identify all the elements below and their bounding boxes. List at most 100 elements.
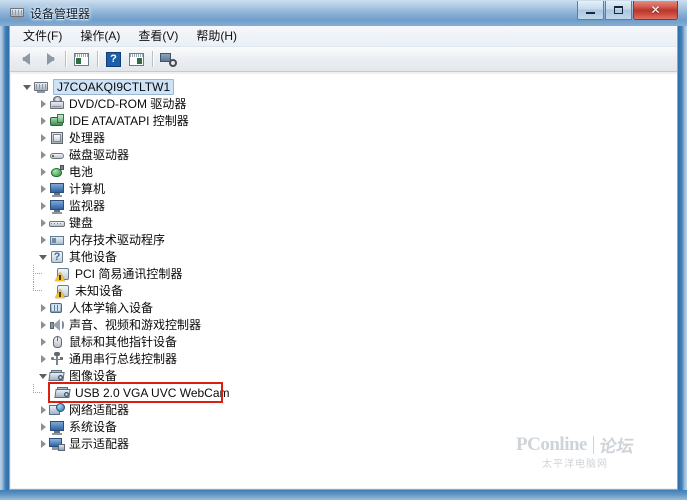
menu-file[interactable]: 文件(F)	[14, 26, 71, 47]
tree-node-label: J7COAKQI9CTLTW1	[53, 78, 175, 95]
forward-arrow-icon	[46, 53, 55, 65]
window-frame: 设备管理器 ✕ 文件(F) 操作(A) 查看(V) 帮助(H) ? J7COAK…	[0, 0, 687, 500]
tree-node-processor[interactable]: 处理器	[11, 129, 677, 146]
device-tree-pane[interactable]: J7COAKQI9CTLTW1 DVD/CD-ROM 驱动器 IDE ATA/A…	[11, 74, 677, 488]
expand-triangle-icon[interactable]	[37, 435, 49, 452]
warning-device-icon	[55, 266, 71, 282]
tree-node-label: 磁盘驱动器	[69, 148, 130, 162]
expand-triangle-icon[interactable]	[37, 112, 49, 129]
tree-node-monitors[interactable]: 监视器	[11, 197, 677, 214]
tree-node-label: 显示适配器	[69, 437, 130, 451]
tree-node-label: IDE ATA/ATAPI 控制器	[69, 114, 189, 128]
expand-triangle-icon[interactable]	[37, 95, 49, 112]
expand-triangle-icon[interactable]	[37, 316, 49, 333]
tree-node-mice-and-pointing-devices[interactable]: 鼠标和其他指针设备	[11, 333, 677, 350]
network-adapter-icon	[49, 402, 65, 418]
forward-button[interactable]	[38, 49, 61, 70]
battery-icon	[49, 164, 65, 180]
tree-node-memory-technology-driver[interactable]: 内存技术驱动程序	[11, 231, 677, 248]
minimize-icon	[586, 11, 595, 14]
minimize-button[interactable]	[577, 1, 604, 20]
tree-node-network-adapters[interactable]: 网络适配器	[11, 401, 677, 418]
other-devices-icon: ?	[49, 249, 65, 265]
collapse-triangle-icon[interactable]	[21, 78, 33, 95]
processor-icon	[49, 130, 65, 146]
expand-triangle-icon[interactable]	[37, 418, 49, 435]
menu-bar: 文件(F) 操作(A) 查看(V) 帮助(H)	[10, 26, 677, 47]
expand-triangle-icon[interactable]	[37, 180, 49, 197]
tree-node-root[interactable]: J7COAKQI9CTLTW1	[11, 78, 677, 95]
tree-node-label: 图像设备	[69, 369, 118, 383]
computer-icon	[33, 79, 49, 95]
menu-view[interactable]: 查看(V)	[129, 26, 187, 47]
expand-triangle-icon[interactable]	[37, 146, 49, 163]
tree-node-label: 声音、视频和游戏控制器	[69, 318, 202, 332]
collapse-triangle-icon[interactable]	[37, 248, 49, 265]
close-icon: ✕	[650, 3, 661, 17]
tree-node-usb-controllers[interactable]: 通用串行总线控制器	[11, 350, 677, 367]
disk-drive-icon	[49, 147, 65, 163]
scan-for-hardware-changes-button[interactable]	[157, 49, 180, 70]
menu-action[interactable]: 操作(A)	[71, 26, 129, 47]
tree-node-keyboards[interactable]: 键盘	[11, 214, 677, 231]
show-hide-console-tree-button[interactable]	[70, 49, 93, 70]
window-border-right	[678, 26, 687, 500]
usb-controller-icon	[49, 351, 65, 367]
properties-icon	[129, 52, 144, 66]
expand-triangle-icon[interactable]	[37, 350, 49, 367]
tree-node-other-devices[interactable]: ? 其他设备	[11, 248, 677, 265]
collapse-triangle-icon[interactable]	[37, 367, 49, 384]
device-manager-icon	[9, 5, 25, 21]
tree-node-usb-webcam[interactable]: USB 2.0 VGA UVC WebCam	[11, 384, 677, 401]
help-button[interactable]: ?	[102, 49, 125, 70]
expand-triangle-icon[interactable]	[37, 129, 49, 146]
keyboard-icon	[49, 215, 65, 231]
tree-node-label: USB 2.0 VGA UVC WebCam	[75, 385, 230, 400]
menu-help[interactable]: 帮助(H)	[187, 26, 246, 47]
window-controls: ✕	[577, 1, 678, 20]
tree-node-dvd-cdrom[interactable]: DVD/CD-ROM 驱动器	[11, 95, 677, 112]
dvd-drive-icon	[49, 95, 65, 112]
tree-node-label: 未知设备	[75, 284, 124, 298]
title-bar[interactable]: 设备管理器 ✕	[0, 0, 687, 26]
mouse-icon	[49, 334, 65, 350]
scan-hardware-icon	[160, 52, 177, 67]
tree-node-label: PCI 简易通讯控制器	[75, 267, 183, 281]
maximize-button[interactable]	[605, 1, 632, 20]
tree-node-label: 计算机	[69, 182, 106, 196]
back-button[interactable]	[15, 49, 38, 70]
display-adapter-icon	[49, 436, 65, 452]
tree-node-label: 人体学输入设备	[69, 301, 154, 315]
expand-triangle-icon[interactable]	[37, 197, 49, 214]
properties-button[interactable]	[125, 49, 148, 70]
expand-triangle-icon[interactable]	[37, 163, 49, 180]
tree-node-ide-controller[interactable]: IDE ATA/ATAPI 控制器	[11, 112, 677, 129]
tree-node-computer[interactable]: 计算机	[11, 180, 677, 197]
tree-node-batteries[interactable]: 电池	[11, 163, 677, 180]
toolbar-separator	[65, 51, 66, 67]
expand-triangle-icon[interactable]	[37, 333, 49, 350]
tree-node-label: 处理器	[69, 131, 106, 145]
tree-node-display-adapters[interactable]: 显示适配器	[11, 435, 677, 452]
tree-node-sound-video-game-controllers[interactable]: 声音、视频和游戏控制器	[11, 316, 677, 333]
tree-node-label: 网络适配器	[69, 403, 130, 417]
expand-triangle-icon[interactable]	[37, 299, 49, 316]
expand-triangle-icon[interactable]	[37, 231, 49, 248]
toolbar-separator	[152, 51, 153, 67]
tree-node-disk-drives[interactable]: 磁盘驱动器	[11, 146, 677, 163]
expand-triangle-icon[interactable]	[37, 214, 49, 231]
tree-node-imaging-devices[interactable]: 图像设备	[11, 367, 677, 384]
tree-indent-guide	[33, 273, 42, 274]
tree-node-system-devices[interactable]: 系统设备	[11, 418, 677, 435]
tree-node-unknown-device[interactable]: 未知设备	[11, 282, 677, 299]
close-button[interactable]: ✕	[633, 1, 678, 20]
window-title: 设备管理器	[30, 6, 91, 21]
console-tree-icon	[74, 52, 89, 66]
back-arrow-icon	[21, 53, 30, 65]
tree-indent-guide	[33, 392, 42, 393]
watermark-subtitle: 太平洋电脑网	[542, 459, 608, 470]
speaker-icon	[49, 317, 65, 333]
tree-node-pci-communications-controller[interactable]: PCI 简易通讯控制器	[11, 265, 677, 282]
tree-node-human-interface-devices[interactable]: 人体学输入设备	[11, 299, 677, 316]
expand-triangle-icon[interactable]	[37, 401, 49, 418]
